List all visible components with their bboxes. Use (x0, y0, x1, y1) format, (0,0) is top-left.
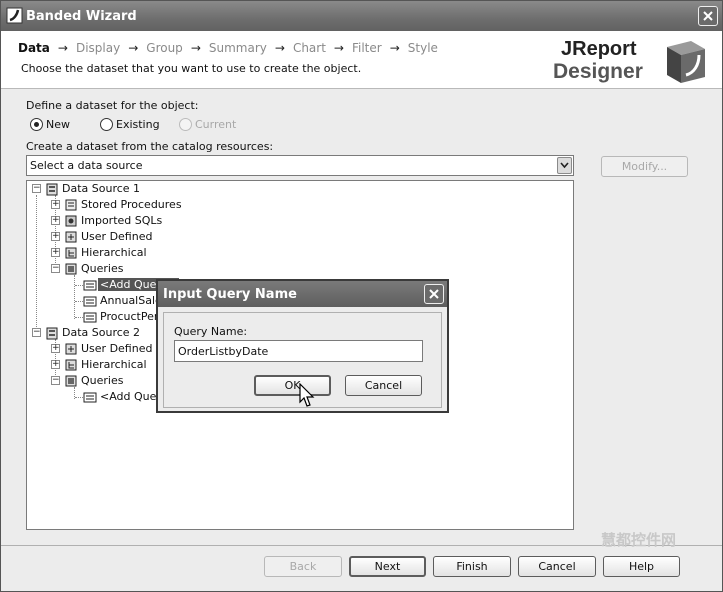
finish-button[interactable]: Finish (433, 556, 511, 577)
step-arrow: → (274, 41, 285, 55)
back-button[interactable]: Back (264, 556, 342, 577)
step-filter: Filter (351, 41, 382, 55)
data-source-icon (46, 183, 58, 196)
step-display: Display (75, 41, 121, 55)
user-defined-icon (65, 343, 77, 355)
step-chart: Chart (292, 41, 326, 55)
jreport-icon (6, 7, 23, 24)
title-bar: Banded Wizard (1, 1, 722, 31)
step-style: Style (407, 41, 438, 55)
step-arrow: → (128, 41, 139, 55)
window-close-button[interactable] (698, 6, 718, 26)
ok-button[interactable]: OK (254, 375, 331, 396)
close-icon (703, 11, 713, 21)
mouse-pointer-icon (299, 383, 315, 407)
window-title: Banded Wizard (26, 9, 137, 24)
expand-toggle[interactable]: + (51, 360, 60, 369)
data-source-select-value: Select a data source (30, 159, 143, 172)
user-defined-icon (65, 231, 77, 243)
query-name-label: Query Name: (174, 325, 248, 338)
next-button[interactable]: Next (349, 556, 426, 577)
dialog-title: Input Query Name (163, 287, 297, 302)
query-icon (83, 296, 97, 307)
radio-existing-label[interactable]: Existing (116, 118, 160, 131)
step-arrow: → (333, 41, 344, 55)
close-icon (429, 289, 439, 299)
hierarchical-icon (65, 247, 77, 259)
step-data: Data (18, 41, 50, 55)
collapse-toggle[interactable]: − (51, 264, 60, 273)
collapse-toggle[interactable]: − (32, 184, 41, 193)
step-summary: Summary (208, 41, 267, 55)
chevron-down-icon (560, 162, 569, 169)
modify-button[interactable]: Modify... (601, 156, 688, 177)
banded-wizard-window: Banded Wizard Data → Display → Group → Summary… (0, 0, 723, 592)
header-subtitle: Choose the dataset that you want to use … (21, 62, 362, 75)
wizard-steps: Data → Display → Group → Summary → Chart → Filter →… (18, 41, 438, 55)
jreport-designer-logo: JReport Designer (547, 35, 717, 87)
data-source-select[interactable]: Select a data source (26, 155, 574, 176)
wizard-header: Data → Display → Group → Summary → Chart → Filter →… (1, 31, 722, 89)
stored-procedures-icon (65, 199, 77, 211)
step-group: Group (146, 41, 183, 55)
radio-existing[interactable] (100, 118, 113, 131)
queries-icon (65, 375, 77, 387)
dialog-title-bar: Input Query Name (158, 281, 447, 307)
radio-current (179, 118, 192, 131)
hierarchical-icon (65, 359, 77, 371)
collapse-toggle[interactable]: − (51, 376, 60, 385)
queries-icon (65, 263, 77, 275)
define-dataset-label: Define a dataset for the object: (26, 99, 199, 112)
dropdown-button[interactable] (557, 157, 572, 174)
expand-toggle[interactable]: + (51, 216, 60, 225)
radio-new-label[interactable]: New (46, 118, 70, 131)
expand-toggle[interactable]: + (51, 232, 60, 241)
step-arrow: → (190, 41, 201, 55)
query-icon (83, 312, 97, 323)
expand-toggle[interactable]: + (51, 248, 60, 257)
expand-toggle[interactable]: + (51, 200, 60, 209)
collapse-toggle[interactable]: − (32, 328, 41, 337)
catalog-resources-label: Create a dataset from the catalog resour… (26, 140, 274, 153)
help-button[interactable]: Help (603, 556, 680, 577)
add-query-icon (83, 392, 97, 403)
query-name-input[interactable]: OrderListbyDate (174, 340, 423, 362)
radio-current-label: Current (195, 118, 237, 131)
watermark-text: 慧都控件网 (601, 531, 677, 549)
expand-toggle[interactable]: + (51, 344, 60, 353)
dialog-close-button[interactable] (424, 284, 444, 304)
dialog-cancel-button[interactable]: Cancel (345, 375, 422, 396)
radio-new[interactable] (30, 118, 43, 131)
logo-cube-icon (667, 41, 705, 83)
add-query-icon (83, 280, 97, 291)
imported-sqls-icon (65, 215, 77, 227)
cancel-button[interactable]: Cancel (518, 556, 596, 577)
step-arrow: → (389, 41, 400, 55)
step-arrow: → (57, 41, 68, 55)
data-source-icon (46, 327, 58, 340)
